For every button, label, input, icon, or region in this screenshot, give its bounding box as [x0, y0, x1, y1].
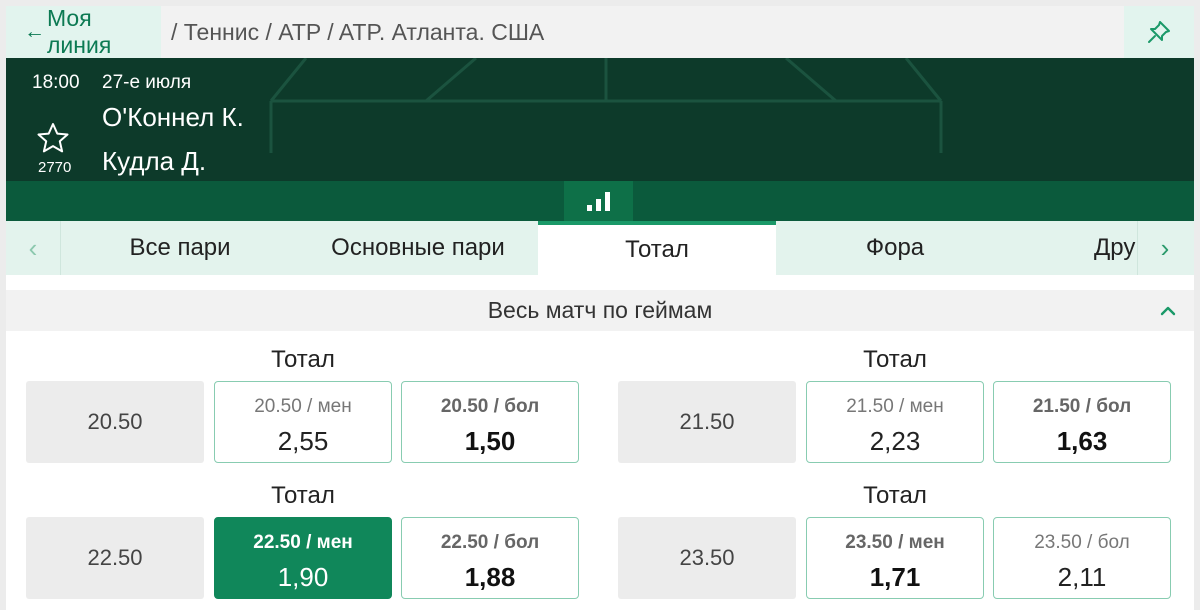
odd-value: 2,11 — [1057, 562, 1107, 592]
market-tabs: ‹ Все пари Основные пари Тотал Фора Дру … — [6, 221, 1194, 275]
tabs-next-button[interactable]: › — [1137, 221, 1192, 275]
match-date: 27-е июля — [102, 72, 192, 93]
odd-value: 2,55 — [277, 426, 329, 456]
odd-label: 22.50 / бол — [440, 532, 540, 553]
odd-under-button[interactable]: 21.50 / мен 2,23 — [806, 381, 984, 463]
market-title: Тотал — [271, 346, 335, 373]
total-param: 21.50 — [618, 381, 796, 463]
odd-label: 22.50 / мен — [253, 532, 353, 553]
section-header[interactable]: Весь матч по геймам — [6, 290, 1194, 331]
tabs-prev-button[interactable]: ‹ — [6, 221, 61, 275]
odd-label: 20.50 / бол — [440, 396, 540, 417]
tab-main-bets[interactable]: Основные пари — [298, 221, 538, 275]
odd-label: 21.50 / бол — [1032, 396, 1132, 417]
odd-label: 21.50 / мен — [846, 396, 944, 417]
odd-label: 20.50 / мен — [254, 396, 352, 417]
odd-over-button[interactable]: 21.50 / бол 1,63 — [993, 381, 1171, 463]
odd-over-button[interactable]: 20.50 / бол 1,50 — [401, 381, 579, 463]
odd-value: 1,88 — [464, 562, 516, 592]
total-param: 22.50 — [26, 517, 204, 599]
odd-over-button[interactable]: 22.50 / бол 1,88 — [401, 517, 579, 599]
tab-all-bets[interactable]: Все пари — [62, 221, 298, 275]
odd-value: 1,63 — [1056, 426, 1108, 456]
app-frame: ← Моя линия / Теннис / ATP / ATP. Атлант… — [6, 6, 1194, 610]
my-line-back-button[interactable]: ← Моя линия — [6, 6, 161, 58]
team-home: О'Коннел К. — [102, 102, 244, 132]
bar-chart-icon — [586, 192, 610, 211]
odd-value: 1,90 — [277, 562, 329, 592]
odd-under-button-selected[interactable]: 22.50 / мен 1,90 — [214, 517, 392, 599]
breadcrumb: / Теннис / ATP / ATP. Атланта. США — [171, 18, 545, 45]
favorite-star-button[interactable] — [36, 122, 70, 159]
tab-total[interactable]: Тотал — [538, 221, 776, 275]
odd-label: 23.50 / бол — [1034, 532, 1130, 553]
collapse-button[interactable] — [1160, 290, 1176, 331]
tab-other[interactable]: Дру — [1076, 221, 1136, 275]
odd-under-button[interactable]: 23.50 / мен 1,71 — [806, 517, 984, 599]
stats-strip — [6, 181, 1194, 221]
top-bar: ← Моя линия / Теннис / ATP / ATP. Атлант… — [6, 6, 1194, 58]
odd-under-button[interactable]: 20.50 / мен 2,55 — [214, 381, 392, 463]
pin-button[interactable] — [1124, 6, 1194, 58]
odd-over-button[interactable]: 23.50 / бол 2,11 — [993, 517, 1171, 599]
odd-value: 1,50 — [464, 426, 516, 456]
statistics-button[interactable] — [564, 181, 633, 221]
chevron-up-icon — [1160, 306, 1176, 315]
back-label: Моя линия — [47, 6, 112, 58]
arrow-left-icon: ← — [24, 20, 45, 43]
odd-value: 1,71 — [869, 562, 921, 592]
chevron-left-icon: ‹ — [28, 232, 38, 263]
tab-handicap[interactable]: Фора — [776, 221, 1014, 275]
team-away: Кудла Д. — [102, 146, 207, 176]
market-title: Тотал — [863, 482, 927, 509]
market-title: Тотал — [863, 346, 927, 373]
total-param: 20.50 — [26, 381, 204, 463]
favorites-count: 2770 — [38, 159, 72, 176]
pin-icon — [1148, 21, 1170, 43]
match-time: 18:00 — [32, 72, 80, 93]
odd-label: 23.50 / мен — [845, 532, 945, 553]
odd-value: 2,23 — [869, 426, 921, 456]
section-title: Весь матч по геймам — [487, 297, 713, 323]
match-header: 18:00 27-е июля О'Коннел К. Кудла Д. 277… — [6, 58, 1194, 181]
star-icon — [37, 123, 69, 153]
total-param: 23.50 — [618, 517, 796, 599]
market-title: Тотал — [271, 482, 335, 509]
chevron-right-icon: › — [1160, 232, 1170, 263]
